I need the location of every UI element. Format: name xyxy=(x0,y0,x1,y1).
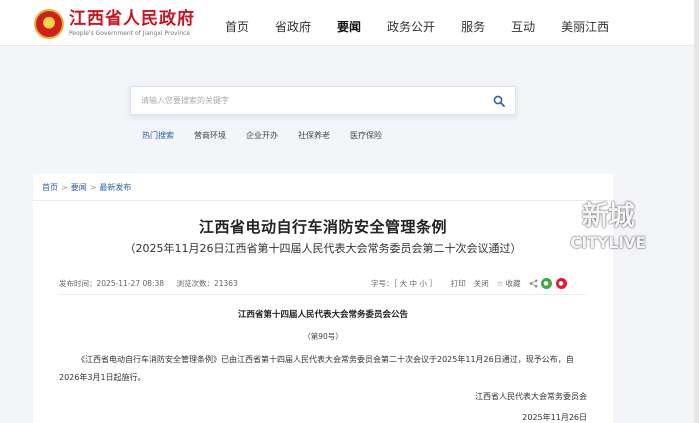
weibo-share-icon[interactable]: ● xyxy=(555,278,567,289)
breadcrumb: 首页 > 要闻 > 最新发布 xyxy=(42,182,131,193)
star-icon[interactable]: ☆ xyxy=(497,279,504,288)
vertical-scrollbar[interactable] xyxy=(694,0,699,423)
article-meta: 发布时间：2025-11-27 08:38 浏览次数：21363 xyxy=(59,278,248,289)
notice-number: （第90号） xyxy=(303,332,343,341)
top-header: 江西省人民政府 People's Government of Jiangxi P… xyxy=(0,0,699,46)
view-count: 浏览次数：21363 xyxy=(176,279,238,288)
search-input[interactable] xyxy=(141,87,481,114)
logo-text: 江西省人民政府 People's Government of Jiangxi P… xyxy=(69,10,195,38)
article-title: 江西省电动自行车消防安全管理条例 xyxy=(198,218,447,236)
hot-search-label: 热门搜索 xyxy=(142,131,174,140)
search-icon[interactable] xyxy=(493,95,505,107)
hot-search-item[interactable]: 企业开办 xyxy=(246,130,278,141)
breadcrumb-news[interactable]: 要闻 xyxy=(71,183,87,192)
site-logo[interactable]: 江西省人民政府 People's Government of Jiangxi P… xyxy=(34,8,195,40)
watermark-en: CITYLIVE xyxy=(570,233,646,252)
article-subtitle: （2025年11月26日江西省第十四届人民代表大会常务委员会第二十次会议通过） xyxy=(124,242,522,255)
close-button[interactable]: 关闭 xyxy=(474,278,489,289)
signature-date: 2025年11月26日 xyxy=(522,413,587,422)
nav-beautiful-jiangxi[interactable]: 美丽江西 xyxy=(548,18,622,36)
print-button[interactable]: 打印 xyxy=(451,278,466,289)
nav-home[interactable]: 首页 xyxy=(212,18,262,36)
breadcrumb-latest[interactable]: 最新发布 xyxy=(99,183,131,192)
breadcrumb-separator: > xyxy=(89,183,97,192)
article-tools: 字号：［ 大 中 小 ］ 打印 关闭 ☆ 收藏 ● ● xyxy=(371,278,567,289)
notice-title: 江西省第十四届人民代表大会常务委员会公告 xyxy=(237,310,408,320)
article-body: 《江西省电动自行车消防安全管理条例》已由江西省第十四届人民代表大会常务委员会第二… xyxy=(59,355,574,382)
nav-services[interactable]: 服务 xyxy=(448,18,498,36)
hot-search-item[interactable]: 医疗保险 xyxy=(350,130,382,141)
article-panel: 首页 > 要闻 > 最新发布 江西省电动自行车消防安全管理条例 （2025年11月26日… xyxy=(33,174,613,423)
nav-news[interactable]: 要闻 xyxy=(324,18,374,36)
hot-search-item[interactable]: 社保养老 xyxy=(298,130,330,141)
watermark-logo: 新城 CITYLIVE xyxy=(562,200,654,262)
share-icon[interactable] xyxy=(529,279,538,288)
publish-time: 发布时间：2025-11-27 08:38 xyxy=(59,279,165,288)
hot-search-item[interactable]: 营商环境 xyxy=(194,130,226,141)
favorite-button[interactable]: 收藏 xyxy=(506,278,521,289)
nav-interaction[interactable]: 互动 xyxy=(498,18,548,36)
search-bar xyxy=(130,86,516,115)
main-nav: 首页 省政府 要闻 政务公开 服务 互动 美丽江西 xyxy=(212,18,622,36)
signature: 江西省人民代表大会常务委员会 xyxy=(475,392,587,401)
breadcrumb-separator: > xyxy=(61,183,68,192)
watermark-cn: 新城 xyxy=(582,201,635,232)
logo-subtitle: People's Government of Jiangxi Province xyxy=(69,30,191,37)
national-emblem-icon xyxy=(34,9,64,39)
breadcrumb-home[interactable]: 首页 xyxy=(42,183,58,192)
nav-government[interactable]: 省政府 xyxy=(262,18,324,36)
logo-title: 江西省人民政府 xyxy=(69,9,195,29)
divider xyxy=(33,200,613,201)
font-size-selector[interactable]: 字号：［ 大 中 小 ］ xyxy=(371,278,437,289)
divider xyxy=(59,294,587,295)
wechat-share-icon[interactable]: ● xyxy=(540,278,552,289)
nav-public-affairs[interactable]: 政务公开 xyxy=(374,18,448,36)
hot-search-list: 热门搜索 营商环境 企业开办 社保养老 医疗保险 xyxy=(142,130,402,141)
